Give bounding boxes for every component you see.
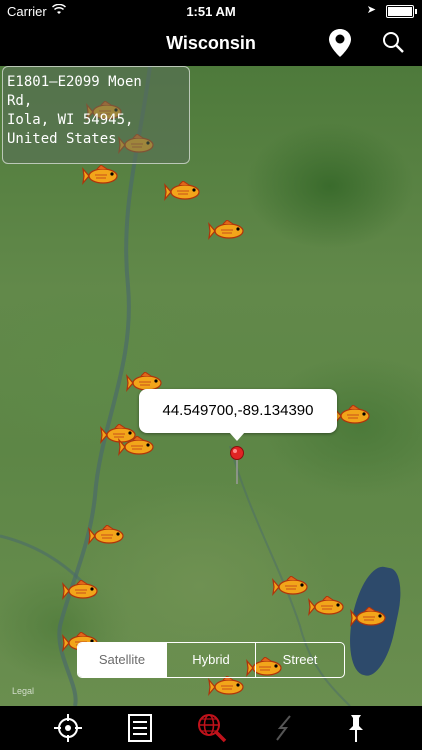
map-type-hybrid[interactable]: Hybrid [166,643,255,677]
coordinate-callout[interactable]: 44.549700,-89.134390 [139,389,337,441]
address-line: Iola, WI 54945, [7,112,134,128]
map-type-selector: Satellite Hybrid Street [77,642,345,678]
tab-bar [0,706,422,750]
fish-marker-icon[interactable] [308,595,348,618]
pushpin-icon[interactable] [340,712,372,744]
fish-marker-icon[interactable] [82,164,122,187]
dropped-pin-icon[interactable] [229,446,245,491]
address-panel: E1801–E2099 Moen Rd, Iola, WI 54945, Uni… [2,66,190,164]
map-type-street[interactable]: Street [255,643,344,677]
fish-marker-icon[interactable] [272,575,312,598]
coordinate-text: 44.549700,-89.134390 [162,402,314,419]
callout-tail [229,432,245,441]
fish-marker-icon[interactable] [208,675,248,698]
fish-marker-icon[interactable] [164,180,204,203]
map-pin-icon[interactable] [328,28,352,63]
navigation-bar: Wisconsin [0,22,422,66]
fish-marker-icon[interactable] [208,219,248,242]
fish-marker-icon[interactable] [350,606,390,629]
lightning-icon[interactable] [268,712,300,744]
map-type-satellite[interactable]: Satellite [78,643,166,677]
globe-search-icon[interactable] [196,712,228,744]
battery-icon [386,5,417,18]
fish-marker-icon[interactable] [118,435,158,458]
status-time: 1:51 AM [186,4,236,19]
fish-marker-icon[interactable] [62,579,102,602]
fish-marker-icon[interactable] [334,404,374,427]
location-arrow-icon: ➤ [366,4,376,16]
legal-link[interactable]: Legal [12,686,34,696]
list-icon[interactable] [124,712,156,744]
address-line: Rd, [7,93,33,109]
crosshair-icon[interactable] [52,712,84,744]
fish-marker-icon[interactable] [88,524,128,547]
address-line: E1801–E2099 Moen [7,74,142,90]
page-title: Wisconsin [166,33,256,53]
status-bar: Carrier 1:51 AM ➤ [0,0,422,22]
address-line: United States [7,131,117,147]
search-icon[interactable] [381,30,405,59]
